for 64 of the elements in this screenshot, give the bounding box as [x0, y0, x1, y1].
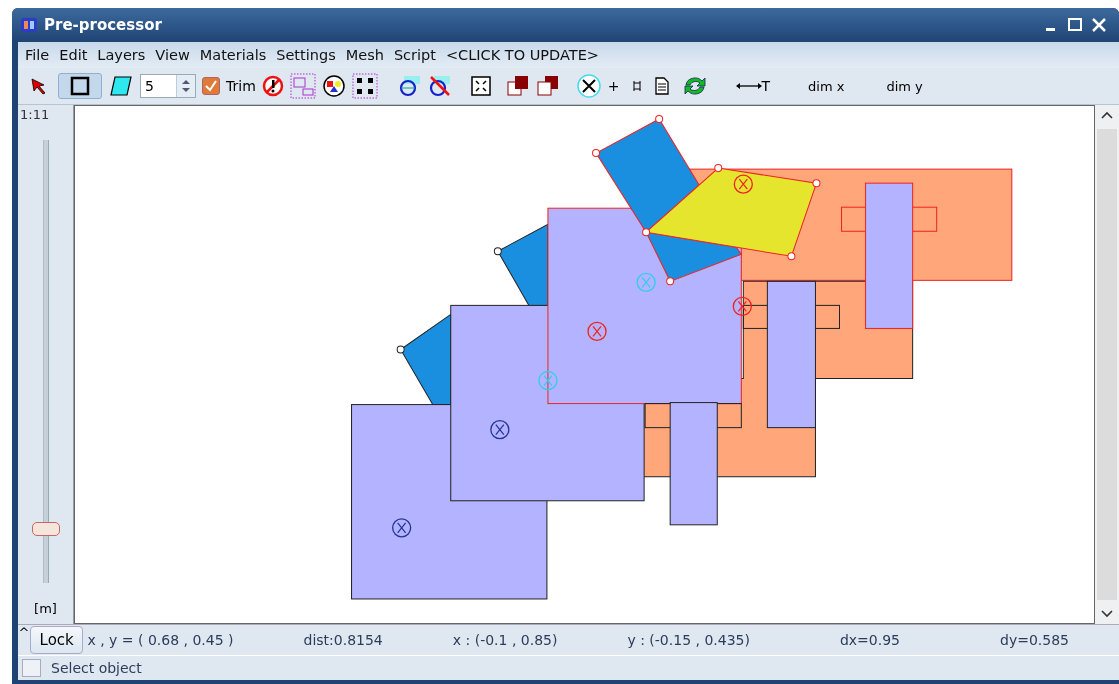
dx-readout: dx=0.95 [839, 632, 901, 648]
centroid-icon[interactable] [575, 73, 602, 99]
centroid-marker[interactable] [391, 518, 412, 538]
scroll-down-icon[interactable] [1101, 610, 1113, 618]
x-range-readout: x : (-0.1 , 0.85) [452, 632, 559, 648]
show-regions-icon[interactable] [397, 74, 422, 98]
region-shape[interactable] [400, 313, 452, 406]
document-icon[interactable] [653, 77, 670, 95]
scroll-up-icon[interactable] [1101, 111, 1113, 119]
cursor-coordinates: x , y = ( 0.68 , 0.45 ) [87, 632, 235, 648]
menu-item[interactable]: Layers [92, 47, 151, 63]
grid-dots-icon[interactable] [351, 73, 378, 99]
dimension-label[interactable]: T [761, 78, 771, 94]
menu-item[interactable]: Edit [54, 47, 93, 63]
centroid-marker[interactable] [587, 321, 607, 342]
node-icon[interactable] [631, 80, 642, 92]
unit-label: [m] [34, 601, 57, 618]
rectangle-tool[interactable] [58, 73, 102, 99]
vertex-handles[interactable] [396, 247, 502, 354]
menu-item[interactable]: View [150, 47, 195, 63]
dimension-arrow-icon[interactable] [735, 81, 762, 91]
dy-readout: dy=0.585 [1000, 632, 1070, 648]
menu-item[interactable]: Mesh [340, 47, 389, 63]
window-title: Pre-processor [44, 16, 163, 34]
collapse-toggle[interactable]: ^ [18, 625, 30, 640]
centroid-marker[interactable] [490, 419, 510, 440]
menu-item[interactable]: Settings [271, 47, 341, 63]
centroid-marker[interactable] [733, 174, 753, 194]
plus-label[interactable]: + [607, 78, 620, 94]
app-icon [20, 16, 38, 34]
vertex-handles[interactable] [592, 115, 821, 286]
zoom-slider-thumb[interactable] [31, 521, 60, 536]
menu-item[interactable]: Script [388, 47, 441, 63]
centroid-marker[interactable] [538, 370, 558, 391]
close-icon[interactable] [1091, 17, 1107, 33]
send-back-icon[interactable] [535, 74, 560, 98]
status-message: Select object [51, 660, 142, 676]
region-shape[interactable] [497, 223, 549, 306]
hide-regions-icon[interactable] [427, 74, 452, 98]
menu-item[interactable]: <CLICK TO UPDATE> [440, 47, 604, 63]
message-checkbox[interactable] [22, 659, 41, 677]
dim-x-button[interactable]: dim x [790, 78, 863, 94]
bring-front-icon[interactable] [505, 74, 530, 98]
shapes-circle-icon[interactable] [321, 74, 346, 98]
centroid-marker[interactable] [732, 296, 752, 317]
spin-arrows-icon[interactable] [176, 75, 195, 97]
no-sign-icon[interactable] [261, 75, 284, 97]
polygon-icon [109, 75, 133, 97]
menu-item[interactable]: Materials [194, 47, 272, 63]
trim-checkbox[interactable] [202, 77, 220, 95]
zoom-extents-icon[interactable] [469, 75, 492, 97]
polygon-tool[interactable] [108, 73, 134, 99]
lock-button[interactable]: Lock [29, 626, 84, 654]
y-range-readout: y : (-0.15 , 0.435) [627, 632, 751, 648]
spin-field[interactable]: 5 [140, 74, 196, 98]
region-shape[interactable] [766, 280, 816, 429]
centroid-marker[interactable] [636, 272, 656, 292]
dim-y-button[interactable]: dim y [868, 78, 941, 94]
maximize-icon[interactable] [1067, 17, 1083, 33]
menu-item[interactable]: File [20, 47, 55, 63]
square-icon [70, 76, 90, 96]
trim-label: Trim [226, 78, 256, 94]
distance-readout: dist:0.8154 [303, 632, 384, 648]
scale-label: 1:11 [19, 106, 50, 122]
